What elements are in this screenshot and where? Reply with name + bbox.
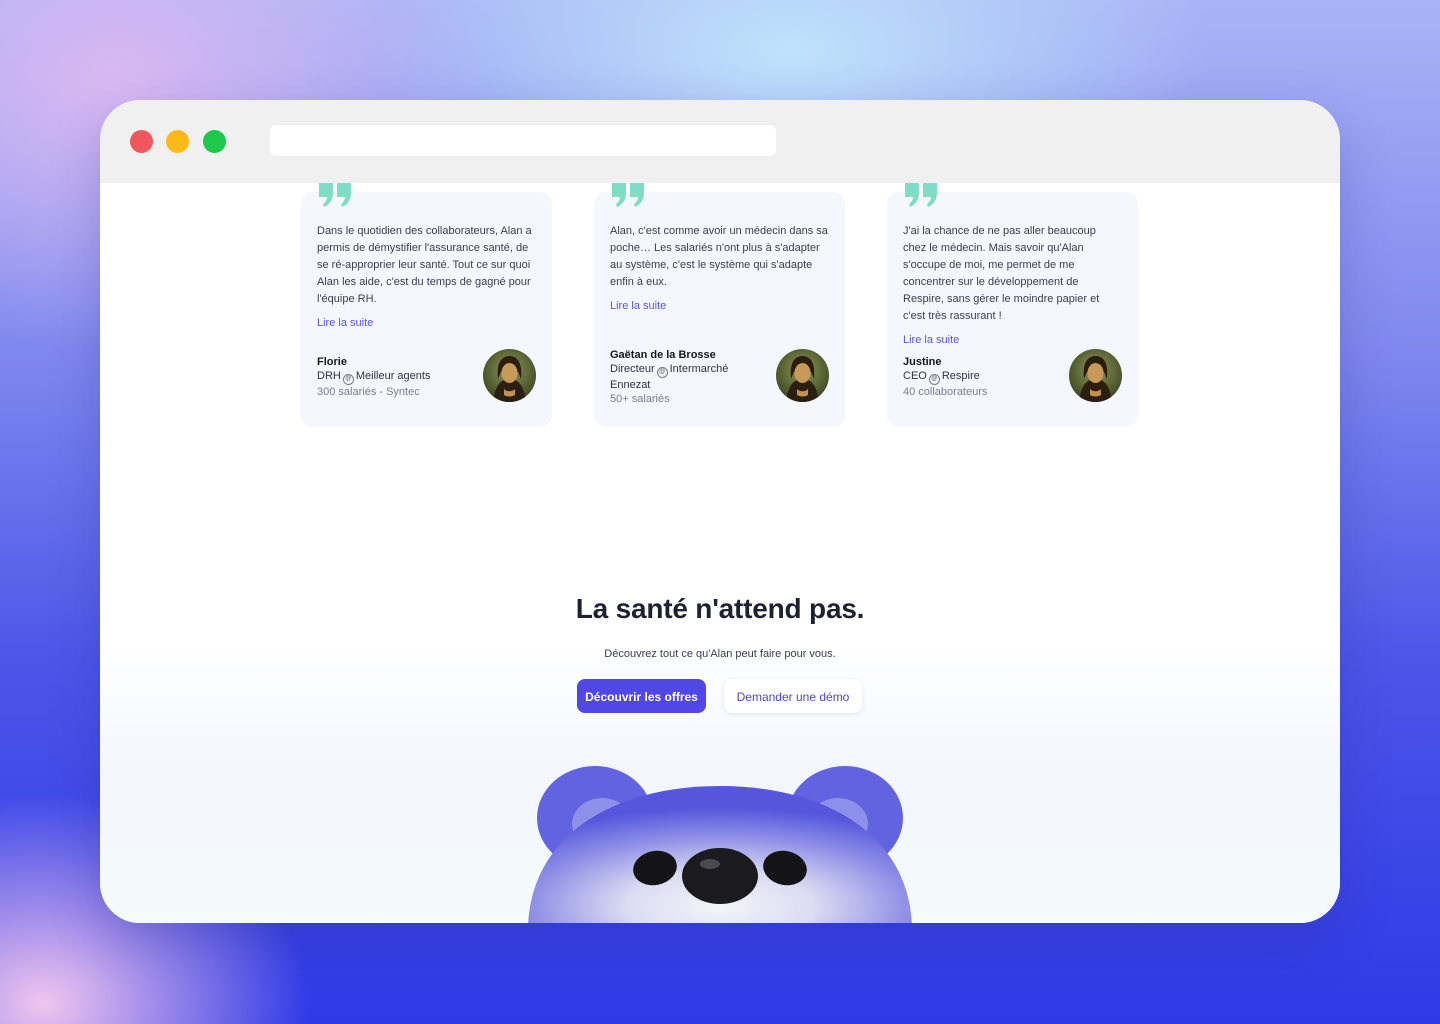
author-role: CEO (903, 370, 927, 382)
page-content: Dans le quotidien des collaborateurs, Al… (100, 183, 1340, 923)
testimonial-card: J'ai la chance de ne pas aller beaucoup … (887, 183, 1138, 427)
company-size: 300 salariés - Syntec (317, 386, 420, 398)
mona-lisa-avatar (1069, 349, 1122, 402)
testimonial-quote: J'ai la chance de ne pas aller beaucoup … (903, 223, 1121, 349)
author-role: DRH (317, 370, 341, 382)
author-role: Directeur (610, 363, 655, 375)
cta-title: La santé n'attend pas. (575, 593, 865, 624)
at-icon: @ (656, 367, 668, 378)
bear-mascot (528, 766, 912, 923)
cta-subtitle: Découvrez tout ce qu'Alan peut faire pou… (604, 648, 836, 660)
avatar (483, 349, 536, 402)
read-more-link[interactable]: Lire la suite (317, 315, 535, 332)
read-more-link[interactable]: Lire la suite (903, 332, 1121, 349)
author-name: Florie (317, 356, 347, 368)
mona-lisa-avatar (776, 349, 829, 402)
testimonial-author: Florie DRH @ Meilleur agents 300 salariés … (317, 355, 477, 399)
read-more-link[interactable]: Lire la suite (610, 298, 828, 315)
quote-icon (319, 183, 351, 207)
testimonial-card: Dans le quotidien des collaborateurs, Al… (301, 183, 552, 427)
testimonial-card: Alan, c'est comme avoir un médecin dans … (594, 183, 845, 427)
quote-icon (612, 183, 644, 207)
author-company: Meilleur agents (355, 370, 431, 382)
quote-icon (905, 183, 937, 207)
address-bar[interactable] (270, 125, 776, 156)
minimize-window-button[interactable] (166, 130, 189, 153)
testimonial-quote: Dans le quotidien des collaborateurs, Al… (317, 223, 535, 332)
browser-window: Dans le quotidien des collaborateurs, Al… (100, 100, 1340, 923)
author-company: Respire (941, 370, 980, 382)
browser-titlebar (100, 100, 1340, 183)
close-window-button[interactable] (130, 130, 153, 153)
author-name: Gaëtan de la Brosse (610, 349, 716, 361)
avatar (1069, 349, 1122, 402)
company-size: 40 collaborateurs (903, 386, 988, 398)
at-icon: @ (342, 374, 354, 385)
maximize-window-button[interactable] (203, 130, 226, 153)
testimonial-author: Justine CEO @ Respire 40 collaborateurs (903, 355, 1063, 399)
at-icon: @ (928, 374, 940, 385)
testimonial-quote: Alan, c'est comme avoir un médecin dans … (610, 223, 828, 315)
avatar (776, 349, 829, 402)
author-name: Justine (903, 356, 942, 368)
testimonial-author: Gaëtan de la Brosse Directeur @ Intermarch… (610, 348, 770, 406)
mona-lisa-avatar (483, 349, 536, 402)
request-demo-button[interactable]: Demander une démo (724, 679, 862, 713)
discover-offers-button[interactable]: Découvrir les offres (577, 679, 706, 713)
company-size: 50+ salariés (610, 393, 670, 405)
